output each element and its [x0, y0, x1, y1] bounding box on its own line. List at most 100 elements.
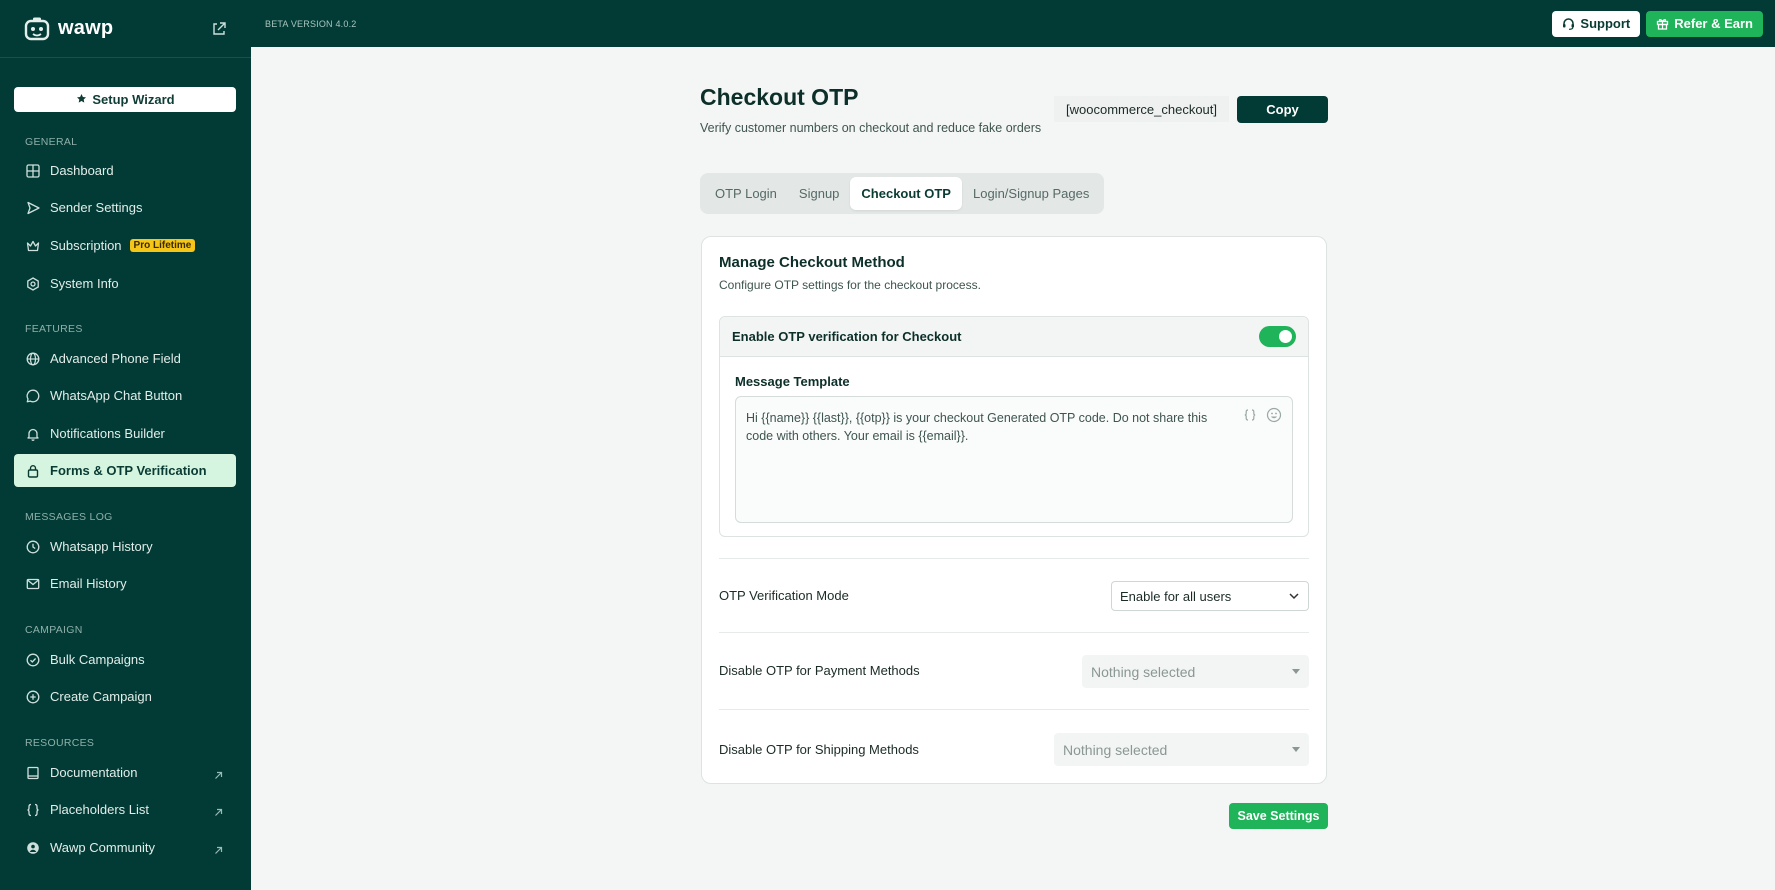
gift-icon: [1656, 17, 1669, 30]
toggle-knob: [1279, 330, 1292, 343]
sidebar-item-label: Dashboard: [50, 163, 114, 178]
sidebar-item-forms-otp-verification[interactable]: Forms & OTP Verification: [14, 454, 236, 487]
top-bar: BETA VERSION 4.0.2 Support Refer & Earn: [251, 0, 1775, 47]
payment-methods-label: Disable OTP for Payment Methods: [719, 663, 920, 678]
template-tools: [1242, 407, 1282, 423]
payment-methods-value: Nothing selected: [1091, 663, 1196, 680]
divider: [719, 709, 1309, 710]
support-button[interactable]: Support: [1552, 10, 1641, 37]
save-settings-button[interactable]: Save Settings: [1229, 803, 1328, 829]
page-title: Checkout OTP: [700, 84, 859, 110]
whatsapp-icon: [26, 389, 40, 403]
sidebar-item-label: Placeholders List: [50, 802, 149, 817]
lock-icon: [26, 464, 40, 478]
top-actions: Support Refer & Earn: [1552, 10, 1763, 37]
chevron-down-icon: [1288, 590, 1300, 602]
otp-mode-select[interactable]: Enable for all users: [1111, 581, 1309, 611]
otp-mode-label: OTP Verification Mode: [719, 588, 849, 603]
divider: [719, 632, 1309, 633]
sidebar-item-system-info[interactable]: System Info: [14, 267, 236, 300]
sidebar-item-dashboard[interactable]: Dashboard: [14, 154, 236, 187]
book-icon: [26, 766, 40, 780]
card-title: Manage Checkout Method: [719, 254, 905, 271]
check-circle-icon: [26, 653, 40, 667]
setup-wizard-label: Setup Wizard: [92, 92, 175, 107]
setup-wizard-button[interactable]: Setup Wizard: [14, 87, 236, 112]
enable-otp-label: Enable OTP verification for Checkout: [732, 329, 962, 344]
open-external-icon[interactable]: [211, 21, 227, 37]
sidebar-item-email-history[interactable]: Email History: [14, 567, 236, 600]
sidebar-item-label: Bulk Campaigns: [50, 652, 145, 667]
caret-down-icon: [1292, 669, 1300, 674]
external-link-icon: [214, 843, 223, 854]
sidebar-item-label: Advanced Phone Field: [50, 351, 181, 366]
settings-icon: [26, 276, 40, 291]
sidebar-item-placeholders-list[interactable]: Placeholders List: [14, 793, 236, 826]
tab-signup[interactable]: Signup: [788, 177, 850, 210]
checkout-method-card: Manage Checkout Method Configure OTP set…: [701, 236, 1327, 784]
sidebar-item-label: Whatsapp History: [50, 539, 153, 554]
brand: wawp: [0, 0, 251, 58]
sidebar-item-subscription[interactable]: Subscription Pro Lifetime: [14, 229, 236, 262]
external-link-icon: [214, 805, 223, 816]
sidebar-item-create-campaign[interactable]: Create Campaign: [14, 680, 236, 713]
card-subtitle: Configure OTP settings for the checkout …: [719, 278, 981, 292]
crown-icon: [26, 239, 40, 253]
sidebar-item-label: Subscription: [50, 238, 122, 253]
tab-otp-login[interactable]: OTP Login: [704, 177, 788, 210]
tab-checkout-otp[interactable]: Checkout OTP: [850, 177, 962, 210]
shortcode-value: [woocommerce_checkout]: [1054, 96, 1230, 122]
sidebar-item-advanced-phone-field[interactable]: Advanced Phone Field: [14, 342, 236, 375]
sidebar-item-wawp-community[interactable]: Wawp Community: [14, 831, 236, 864]
section-messages-log: MESSAGES LOG: [25, 511, 113, 523]
copy-shortcode-button[interactable]: Copy: [1237, 96, 1328, 123]
sidebar-item-label: Sender Settings: [50, 200, 143, 215]
history-icon: [26, 540, 40, 554]
page-subtitle: Verify customer numbers on checkout and …: [700, 121, 1042, 135]
placeholder-braces-icon[interactable]: [1242, 407, 1258, 423]
sidebar-item-label: Forms & OTP Verification: [50, 463, 207, 478]
sidebar: wawp Setup Wizard GENERAL Dashboard Send…: [0, 0, 251, 890]
sidebar-item-label: Wawp Community: [50, 840, 155, 855]
section-general: GENERAL: [25, 136, 78, 148]
community-icon: [26, 841, 40, 855]
shipping-methods-label: Disable OTP for Shipping Methods: [719, 742, 919, 757]
globe-icon: [26, 352, 40, 366]
divider: [719, 558, 1309, 559]
bell-icon: [26, 427, 40, 441]
section-features: FEATURES: [25, 323, 83, 335]
send-icon: [26, 201, 40, 215]
payment-methods-select[interactable]: Nothing selected: [1082, 655, 1309, 688]
otp-mode-value: Enable for all users: [1120, 588, 1232, 604]
section-campaign: CAMPAIGN: [25, 624, 83, 636]
sidebar-item-label: WhatsApp Chat Button: [50, 388, 183, 403]
sidebar-item-bulk-campaigns[interactable]: Bulk Campaigns: [14, 643, 236, 676]
refer-earn-button[interactable]: Refer & Earn: [1646, 10, 1763, 37]
sidebar-item-notifications-builder[interactable]: Notifications Builder: [14, 417, 236, 450]
sidebar-item-sender-settings[interactable]: Sender Settings: [14, 191, 236, 224]
otp-tabs: OTP Login Signup Checkout OTP Login/Sign…: [700, 173, 1105, 214]
refer-earn-label: Refer & Earn: [1674, 16, 1753, 31]
sidebar-item-label: Email History: [50, 576, 127, 591]
tab-login-signup-pages[interactable]: Login/Signup Pages: [962, 177, 1100, 210]
sidebar-item-label: Create Campaign: [50, 689, 152, 704]
brand-name: wawp: [58, 17, 114, 39]
wand-icon: [75, 93, 88, 106]
mail-icon: [26, 577, 40, 591]
grid-icon: [26, 163, 40, 178]
enable-otp-toggle[interactable]: [1259, 326, 1296, 347]
external-link-icon: [214, 768, 223, 779]
shipping-methods-select[interactable]: Nothing selected: [1054, 733, 1309, 766]
sidebar-item-whatsapp-history[interactable]: Whatsapp History: [14, 530, 236, 563]
sidebar-item-label: Documentation: [50, 765, 138, 780]
sidebar-item-documentation[interactable]: Documentation: [14, 756, 236, 789]
support-label: Support: [1580, 16, 1631, 31]
headset-icon: [1562, 17, 1575, 30]
wawp-logo-icon: [24, 16, 50, 42]
message-template-label: Message Template: [735, 374, 850, 389]
sidebar-item-whatsapp-chat-button[interactable]: WhatsApp Chat Button: [14, 379, 236, 412]
version-label: BETA VERSION 4.0.2: [265, 18, 357, 29]
message-template-textarea[interactable]: Hi {{name}} {{last}}, {{otp}} is your ch…: [735, 396, 1293, 523]
emoji-icon[interactable]: [1266, 407, 1282, 423]
otp-settings-box: Enable OTP verification for Checkout Mes…: [719, 316, 1309, 537]
